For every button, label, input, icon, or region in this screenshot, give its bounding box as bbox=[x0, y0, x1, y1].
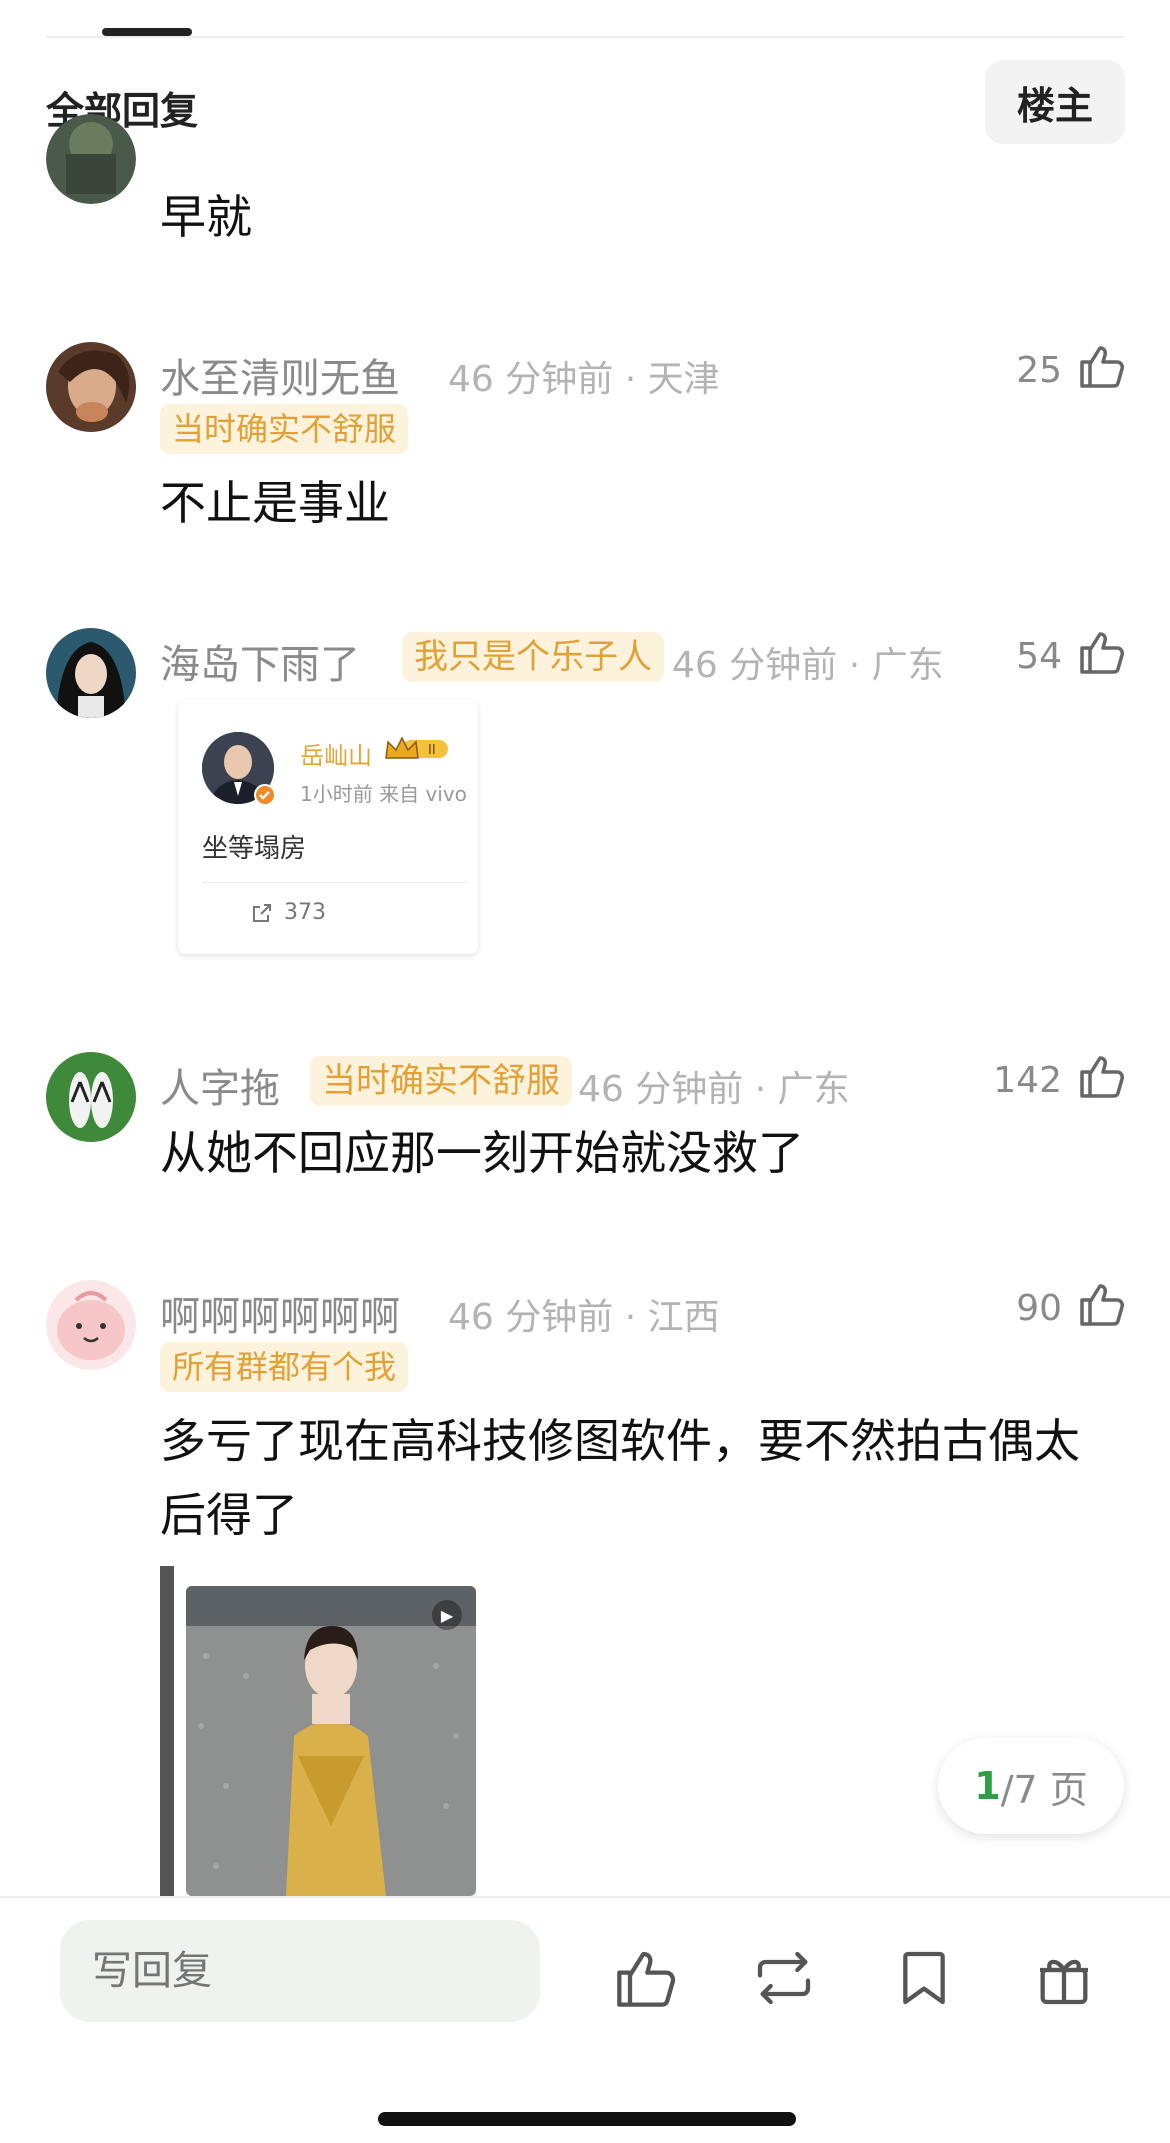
avatar[interactable] bbox=[46, 1052, 136, 1142]
share-count: 373 bbox=[284, 900, 326, 925]
share-icon bbox=[253, 903, 271, 922]
top-divider bbox=[46, 36, 1124, 38]
like-count: 90 bbox=[1016, 1288, 1062, 1329]
image-thumbnail[interactable]: ▶ bbox=[186, 1586, 476, 1896]
thumb-up-icon[interactable] bbox=[1078, 342, 1126, 390]
like-count: 142 bbox=[993, 1060, 1062, 1101]
like-count: 25 bbox=[1016, 350, 1062, 391]
embed-text: 坐等塌房 bbox=[202, 834, 307, 864]
image-thumbnail-prev[interactable] bbox=[160, 1566, 174, 1896]
comment-meta: 46 分钟前 · 天津 bbox=[448, 359, 720, 400]
avatar[interactable] bbox=[46, 114, 136, 204]
embed-author-name: 岳屾山 bbox=[300, 742, 372, 770]
embed-time: 1小时前 来自 vivo bbox=[300, 782, 467, 806]
user-tag: 当时确实不舒服 bbox=[160, 404, 409, 454]
embed-share[interactable]: 373 bbox=[250, 900, 326, 925]
thumb-up-icon[interactable] bbox=[1078, 1052, 1126, 1100]
reply-input[interactable] bbox=[60, 1920, 540, 2022]
comment-meta: 46 分钟前 · 江西 bbox=[448, 1297, 720, 1338]
play-icon: ▶ bbox=[432, 1600, 462, 1630]
user-tag: 所有群都有个我 bbox=[160, 1342, 409, 1392]
thumb-up-icon[interactable] bbox=[1078, 628, 1126, 676]
comment-text: 从她不回应那一刻开始就没救了 bbox=[160, 1126, 804, 1180]
comment-meta: 46 分钟前 · 广东 bbox=[672, 645, 944, 686]
avatar[interactable] bbox=[46, 342, 136, 432]
crown-badge-icon: II bbox=[385, 736, 448, 759]
page-current: 1 bbox=[974, 1764, 1001, 1808]
user-tag: 当时确实不舒服 bbox=[310, 1056, 572, 1106]
comment-text: 多亏了现在高科技修图软件，要不然拍古偶太后得了 bbox=[160, 1414, 1080, 1542]
comment-text: 早就 bbox=[160, 190, 252, 244]
avatar[interactable] bbox=[46, 1280, 136, 1370]
page-indicator[interactable]: 1 /7 页 bbox=[938, 1738, 1124, 1834]
avatar[interactable] bbox=[46, 628, 136, 718]
home-indicator bbox=[378, 2112, 796, 2126]
repost-icon[interactable] bbox=[752, 1946, 816, 2010]
bookmark-icon[interactable] bbox=[892, 1946, 956, 2010]
page-total: /7 页 bbox=[1000, 1767, 1088, 1812]
embedded-post-card[interactable]: 岳屾山 II 1小时前 来自 vivo 坐等塌房 373 bbox=[178, 700, 478, 954]
like-count: 54 bbox=[1016, 636, 1062, 677]
gift-icon[interactable] bbox=[1032, 1946, 1096, 2010]
verified-badge-icon bbox=[254, 784, 276, 806]
bottom-bar bbox=[0, 1896, 1170, 2143]
comment-username[interactable]: 海岛下雨了 bbox=[160, 632, 360, 690]
comment-meta: 46 分钟前 · 广东 bbox=[578, 1069, 850, 1110]
comment-username[interactable]: 人字拖 bbox=[160, 1056, 280, 1114]
op-filter-button[interactable]: 楼主 bbox=[985, 60, 1125, 144]
embed-divider bbox=[202, 882, 468, 883]
user-tag: 我只是个乐子人 bbox=[402, 632, 664, 682]
replies-header: 全部回复 楼主 bbox=[0, 60, 1170, 148]
top-scroll-indicator bbox=[102, 28, 192, 36]
thumb-up-icon[interactable] bbox=[614, 1946, 678, 2010]
comment-username[interactable]: 水至清则无鱼 bbox=[160, 346, 400, 404]
thumb-up-icon[interactable] bbox=[1078, 1280, 1126, 1328]
svg-text:II: II bbox=[428, 743, 436, 758]
comment-text: 不止是事业 bbox=[160, 476, 390, 530]
comment-username[interactable]: 啊啊啊啊啊啊 bbox=[160, 1284, 400, 1342]
